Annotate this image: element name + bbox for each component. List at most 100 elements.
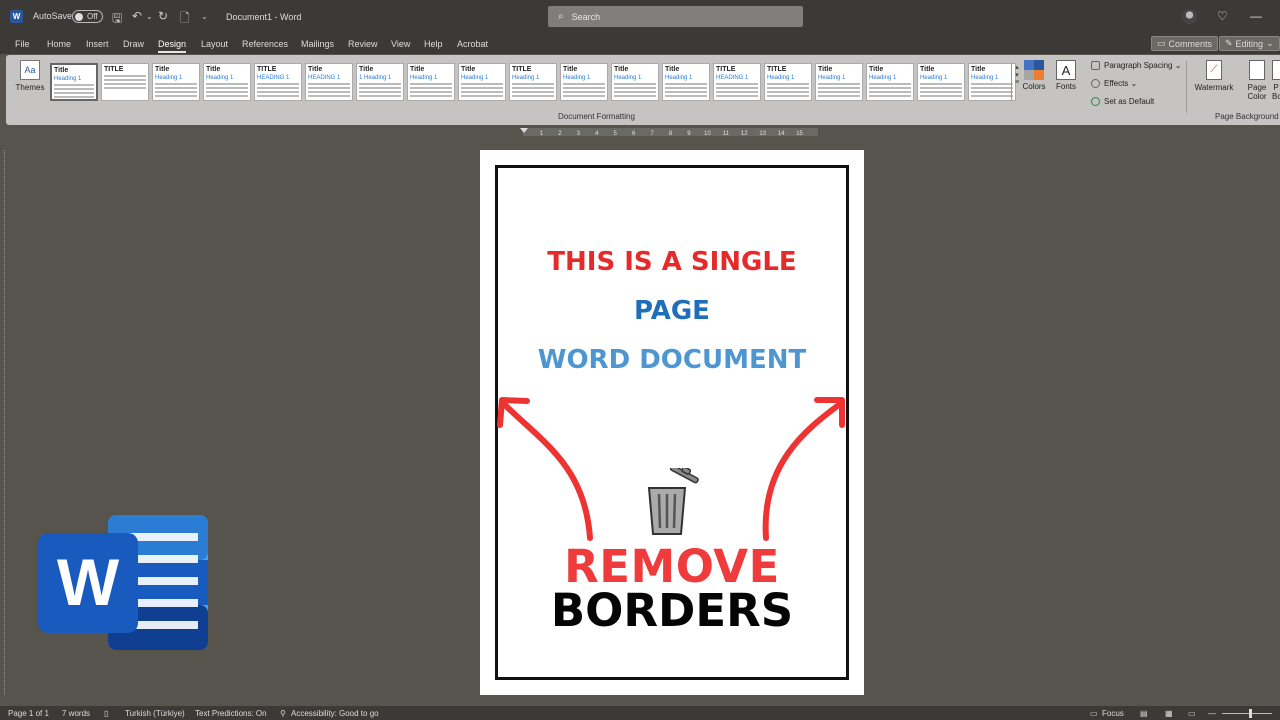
style-set-thumb[interactable]: Title Heading 1: [611, 63, 659, 101]
style-set-text-line: [410, 91, 452, 93]
watermark-label: Watermark: [1194, 83, 1234, 92]
customize-toolbar-icon[interactable]: ⌄: [201, 12, 208, 21]
style-set-thumb[interactable]: Title 1 Heading 1: [356, 63, 404, 101]
effects-button[interactable]: Effects ⌄: [1091, 79, 1137, 88]
style-set-text-line: [716, 83, 758, 85]
style-set-text-line: [614, 95, 656, 97]
ruler-mark: 12: [741, 131, 748, 136]
style-set-title: TITLE: [512, 66, 532, 73]
page-count[interactable]: Page 1 of 1: [8, 709, 49, 718]
proofing-icon[interactable]: ▯: [104, 709, 108, 718]
ruler-mark: 11: [723, 131, 730, 136]
tab-references[interactable]: References: [242, 39, 288, 49]
focus-button[interactable]: Focus: [1102, 709, 1124, 718]
style-set-thumb[interactable]: Title Heading 1: [203, 63, 251, 101]
style-set-thumb[interactable]: Title Heading 1: [152, 63, 200, 101]
word-count[interactable]: 7 words: [62, 709, 90, 718]
minimize-icon[interactable]: —: [1250, 9, 1262, 23]
tab-design[interactable]: Design: [158, 39, 187, 53]
style-set-heading: Heading 1: [54, 76, 82, 82]
style-set-title: Title: [54, 67, 69, 74]
paragraph-spacing-button[interactable]: Paragraph Spacing ⌄: [1091, 61, 1181, 70]
themes-button[interactable]: Aa Themes: [14, 60, 46, 110]
new-document-icon[interactable]: 🗋: [180, 9, 190, 30]
style-set-thumb[interactable]: Title Heading 1: [968, 63, 1016, 101]
colors-label: Colors: [1022, 82, 1046, 91]
style-set-text-line: [257, 87, 299, 89]
style-set-text-line: [308, 87, 350, 89]
redo-icon[interactable]: ↻: [158, 9, 168, 23]
tab-view[interactable]: View: [391, 39, 410, 49]
style-set-thumb[interactable]: Title Heading 1: [917, 63, 965, 101]
style-set-heading: HEADING 1: [308, 75, 341, 81]
tab-draw[interactable]: Draw: [123, 39, 144, 49]
tab-home[interactable]: Home: [47, 39, 71, 49]
read-mode-icon[interactable]: ▤: [1140, 709, 1148, 718]
editing-mode-button[interactable]: ✎ Editing ⌄: [1219, 36, 1280, 51]
zoom-slider-thumb[interactable]: [1249, 709, 1252, 718]
style-set-text-line: [614, 91, 656, 93]
style-set-thumb[interactable]: Title Heading 1: [407, 63, 455, 101]
page-color-label: Page Color: [1247, 83, 1267, 101]
lightbulb-icon[interactable]: ♡: [1217, 9, 1228, 23]
style-set-thumb[interactable]: Title Heading 1: [662, 63, 710, 101]
comments-button[interactable]: ▭ Comments: [1151, 36, 1219, 51]
colors-button[interactable]: Colors: [1020, 60, 1048, 91]
tab-help[interactable]: Help: [424, 39, 443, 49]
style-set-heading: Heading 1: [818, 75, 846, 81]
style-set-thumb[interactable]: Title Heading 1: [866, 63, 914, 101]
page-borders-button[interactable]: P Bo: [1272, 60, 1280, 101]
document-formatting-label: Document Formatting: [558, 112, 635, 121]
language-indicator[interactable]: Turkish (Türkiye): [125, 709, 185, 718]
text-predictions-status[interactable]: Text Predictions: On: [195, 709, 267, 718]
tab-acrobat[interactable]: Acrobat: [457, 39, 488, 49]
accessibility-status[interactable]: Accessibility: Good to go: [291, 709, 379, 718]
document-page[interactable]: THIS IS A SINGLE PAGE WORD DOCUMENT REMO…: [480, 150, 864, 695]
style-set-thumb[interactable]: TITLE HEADING 1: [254, 63, 302, 101]
search-box[interactable]: ⌕ Search: [548, 6, 803, 27]
style-set-text-line: [155, 95, 197, 97]
style-set-thumb[interactable]: Title Heading 1: [458, 63, 506, 101]
style-set-thumb[interactable]: TITLE Heading 1: [509, 63, 557, 101]
tab-review[interactable]: Review: [348, 39, 378, 49]
zoom-out-icon[interactable]: —: [1208, 709, 1216, 718]
tab-insert[interactable]: Insert: [86, 39, 109, 49]
paragraph-spacing-icon: [1091, 61, 1100, 70]
style-set-text-line: [155, 83, 197, 85]
style-set-thumb[interactable]: Title Heading 1: [50, 63, 98, 101]
tab-file[interactable]: File: [15, 39, 30, 49]
style-set-thumb[interactable]: Title Heading 1: [815, 63, 863, 101]
web-layout-icon[interactable]: ▭: [1188, 709, 1196, 718]
style-set-text-line: [920, 95, 962, 97]
print-layout-icon[interactable]: ▦: [1165, 709, 1173, 718]
style-set-heading: Heading 1: [410, 75, 438, 81]
style-set-text-line: [54, 96, 94, 98]
autosave-label: AutoSave: [33, 11, 73, 21]
tab-mailings[interactable]: Mailings: [301, 39, 334, 49]
style-set-text-line: [54, 92, 94, 94]
user-avatar[interactable]: [1182, 9, 1197, 24]
save-icon[interactable]: 🖫: [112, 9, 122, 30]
style-set-text-line: [155, 91, 197, 93]
style-set-thumb[interactable]: TITLE HEADING 1: [713, 63, 761, 101]
style-set-heading: Heading 1: [614, 75, 642, 81]
style-set-text-line: [563, 95, 605, 97]
horizontal-ruler[interactable]: 1 2 3 4 5 6 7 8 9 10 11 12 13 14 15: [478, 128, 863, 136]
undo-icon[interactable]: ↶: [132, 9, 142, 23]
zoom-slider[interactable]: [1222, 709, 1272, 718]
page-color-button[interactable]: Page Color: [1240, 60, 1274, 101]
style-set-text-line: [512, 83, 554, 85]
style-set-thumb[interactable]: TITLE: [101, 63, 149, 101]
autosave-toggle[interactable]: Off: [72, 10, 103, 23]
style-set-thumb[interactable]: TITLE Heading 1: [764, 63, 812, 101]
undo-dropdown-icon[interactable]: ⌄: [146, 12, 153, 21]
style-set-text-line: [104, 75, 146, 77]
fonts-button[interactable]: A Fonts: [1052, 60, 1080, 91]
set-as-default-button[interactable]: Set as Default: [1091, 97, 1154, 106]
style-set-thumb[interactable]: Title Heading 1: [560, 63, 608, 101]
style-set-heading: HEADING 1: [257, 75, 290, 81]
style-set-text-line: [206, 83, 248, 85]
watermark-button[interactable]: ⟋ Watermark: [1192, 60, 1236, 92]
style-set-thumb[interactable]: Title HEADING 1: [305, 63, 353, 101]
tab-layout[interactable]: Layout: [201, 39, 228, 49]
